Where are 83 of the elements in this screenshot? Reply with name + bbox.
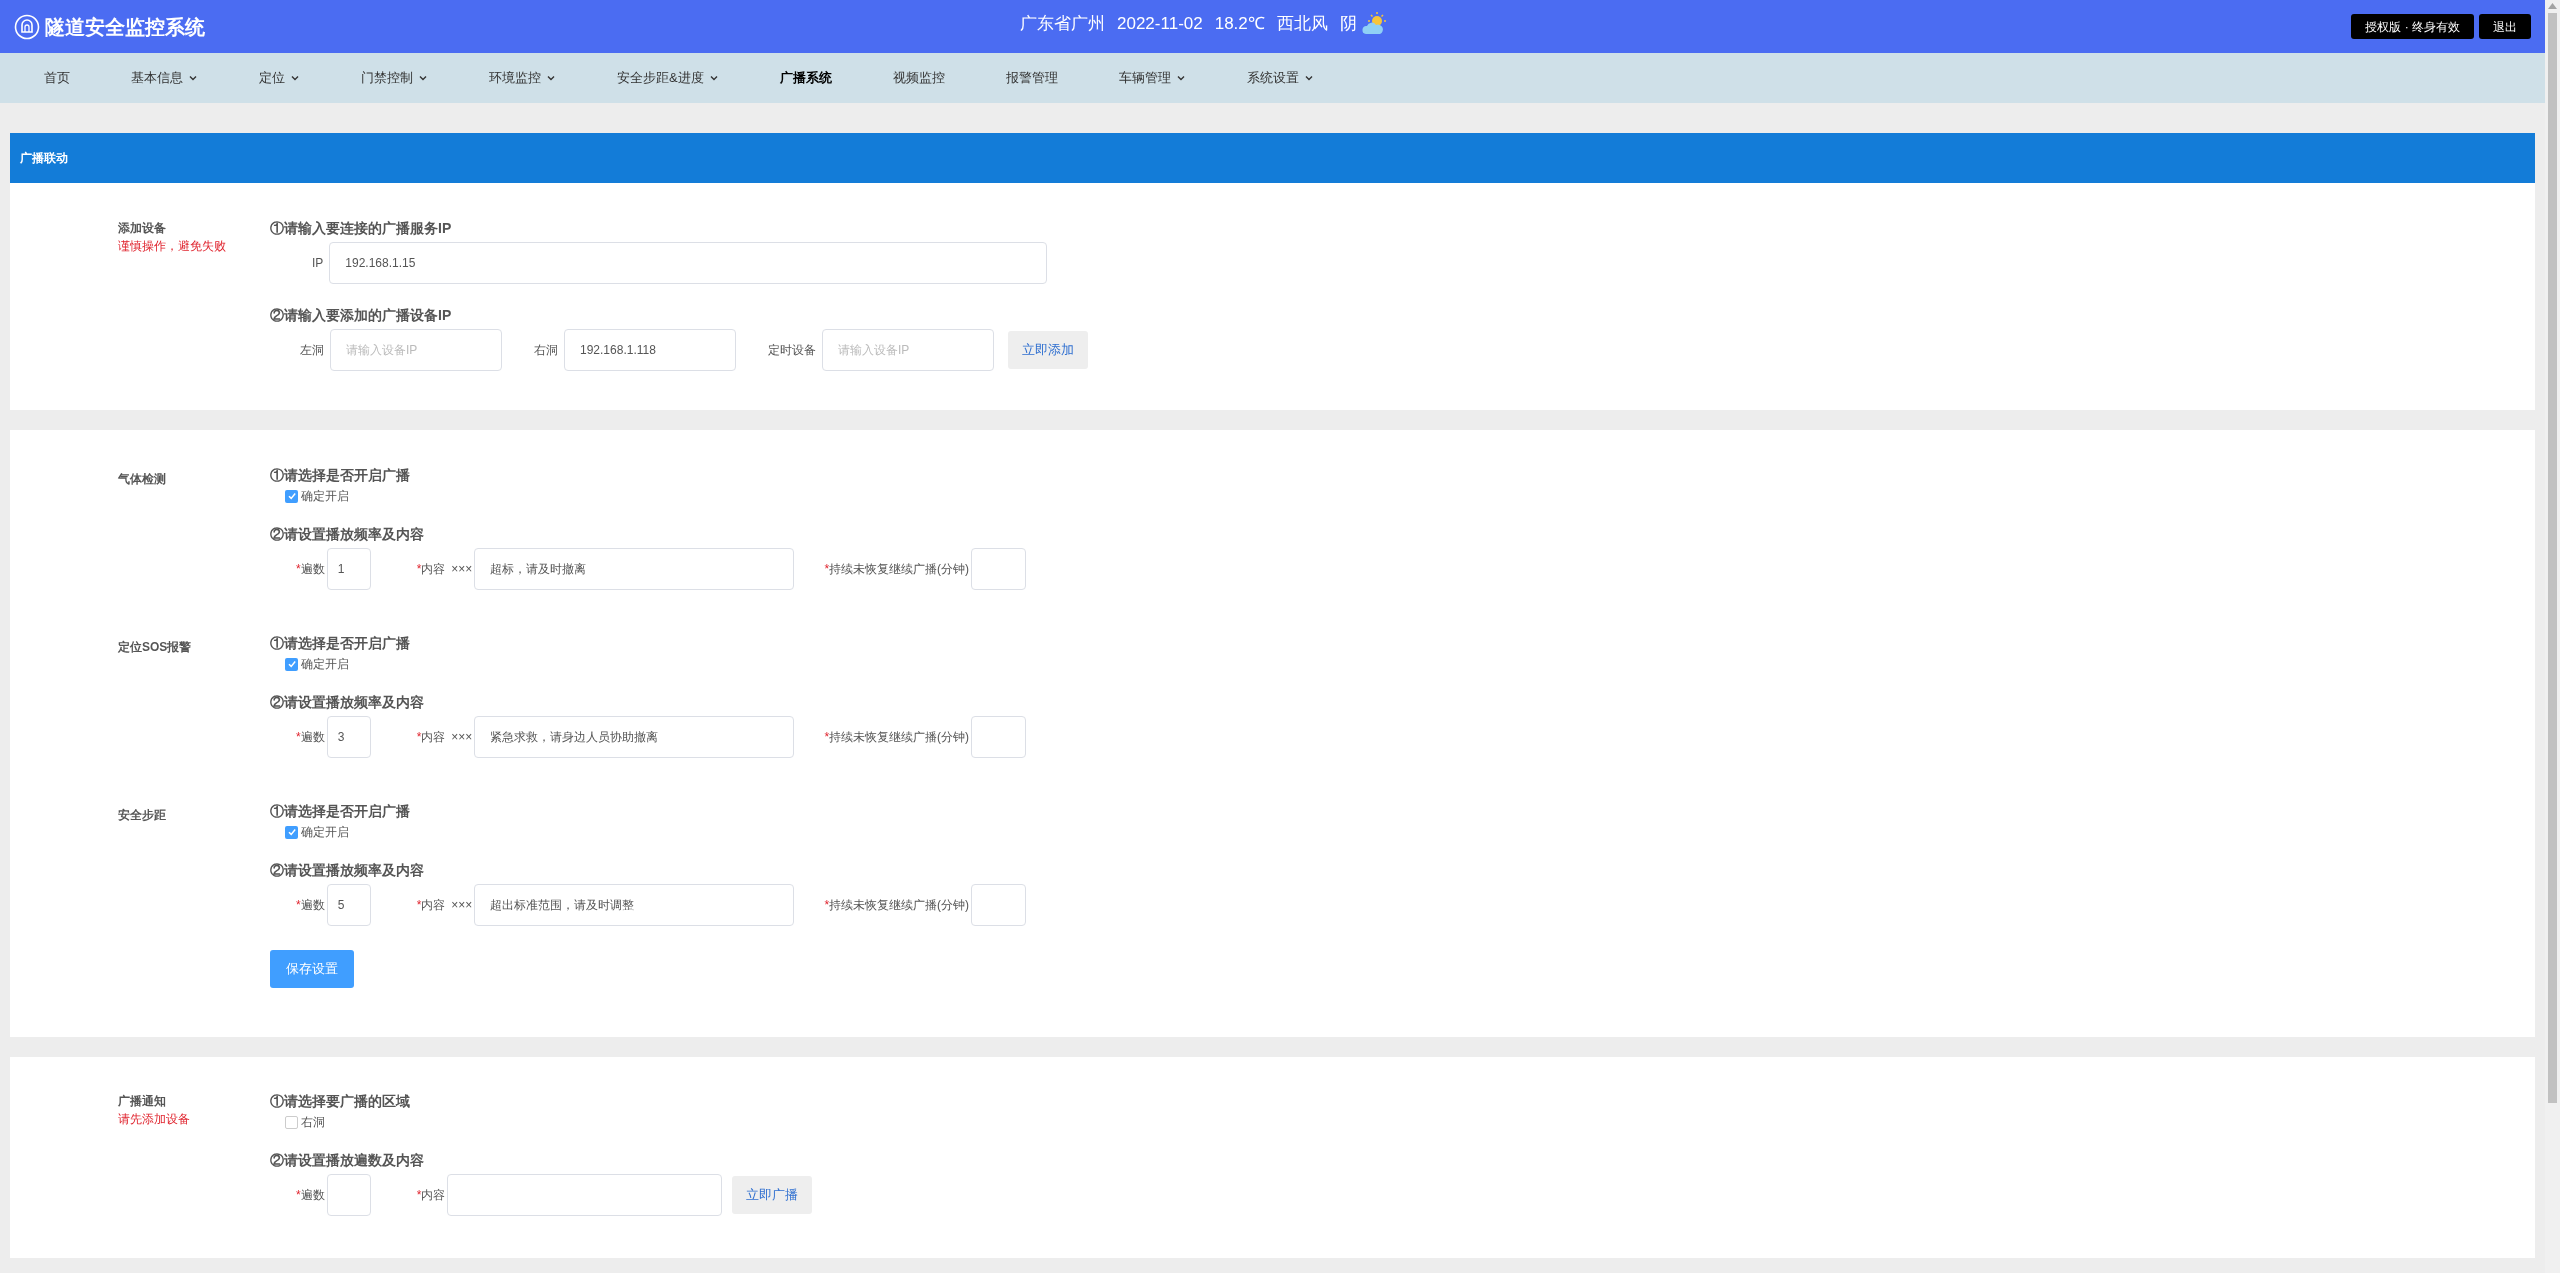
section-label: 气体检测 <box>118 472 166 486</box>
field-label: *持续未恢复继续广播(分钟) <box>824 561 970 578</box>
checkbox-label: 确定开启 <box>301 488 349 505</box>
sun-cloud-icon <box>1360 11 1389 37</box>
field-label: *遍数 <box>296 561 325 578</box>
nav-item[interactable]: 广播系统 <box>779 68 832 88</box>
input-field[interactable]: 192.168.1.118 <box>564 329 736 371</box>
checkbox[interactable] <box>285 657 298 671</box>
nav-item[interactable]: 系统设置 <box>1246 68 1314 88</box>
field-label: *内容 ××× <box>416 729 473 746</box>
field-label: IP <box>312 255 324 272</box>
input-field[interactable]: 超出标准范围，请及时调整 <box>474 884 795 926</box>
section-label: 定位SOS报警 <box>118 640 192 654</box>
checkbox-label: 确定开启 <box>301 824 349 841</box>
step-heading: ②请设置播放频率及内容 <box>270 525 425 543</box>
section-label: 安全步距 <box>118 808 166 822</box>
step-heading: ①请输入要连接的广播服务IP <box>270 219 453 237</box>
section-label: 添加设备 <box>118 220 167 237</box>
field-label: 右洞 <box>534 342 558 359</box>
input-field[interactable]: 192.168.1.15 <box>329 242 1048 284</box>
nav-item[interactable]: 定位 <box>259 68 300 88</box>
step-heading: ①请选择要广播的区域 <box>270 1092 411 1110</box>
checkbox[interactable] <box>285 1115 298 1129</box>
step-heading: ②请设置播放遍数及内容 <box>270 1151 425 1169</box>
field-label: 定时设备 <box>768 342 816 359</box>
temperature-text: 18.2℃ <box>1214 13 1265 36</box>
location-text: 广东省广州 <box>1020 13 1105 36</box>
checkbox-label: 确定开启 <box>301 656 349 673</box>
field-label: *遍数 <box>296 1187 325 1204</box>
date-text: 2022-11-02 <box>1117 13 1203 36</box>
broadcast-button[interactable]: 立即广播 <box>732 1176 813 1214</box>
add-button[interactable]: 立即添加 <box>1008 331 1088 369</box>
field-label: *内容 ××× <box>416 897 473 914</box>
field-label: *持续未恢复继续广播(分钟) <box>824 897 970 914</box>
step-heading: ②请输入要添加的广播设备IP <box>270 306 453 324</box>
input-field[interactable]: 1 <box>326 548 371 590</box>
input-field[interactable]: 超标，请及时撤离 <box>474 548 795 590</box>
nav-item[interactable]: 报警管理 <box>1005 68 1058 88</box>
nav-item[interactable]: 基本信息 <box>131 68 198 88</box>
checkbox[interactable] <box>285 825 298 839</box>
field-label: *内容 <box>416 1187 446 1204</box>
check-icon <box>286 659 297 669</box>
section-label: 广播通知 <box>118 1093 167 1110</box>
step-heading: ②请设置播放频率及内容 <box>270 861 425 879</box>
input-field[interactable]: 5 <box>326 884 371 926</box>
nav-item[interactable]: 门禁控制 <box>361 68 428 88</box>
wind-text: 西北风 <box>1276 13 1328 36</box>
field-label: *遍数 <box>296 729 325 746</box>
step-heading: ①请选择是否开启广播 <box>270 802 411 820</box>
weather-text: 阴 <box>1339 13 1357 36</box>
input-field[interactable]: 3 <box>326 716 371 758</box>
nav-item[interactable]: 安全步距&进度 <box>617 68 719 88</box>
warning-text: 谨慎操作，避免失败 <box>118 238 227 255</box>
nav-item[interactable]: 车辆管理 <box>1118 68 1186 88</box>
field-label: *内容 ××× <box>416 561 473 578</box>
input-field[interactable] <box>971 884 1027 926</box>
checkbox-label: 右洞 <box>301 1114 325 1131</box>
warning-text: 请先添加设备 <box>118 1111 191 1128</box>
nav-item[interactable]: 环境监控 <box>489 68 556 88</box>
license-button[interactable]: 授权版 · 终身有效 <box>2351 14 2474 39</box>
step-heading: ①请选择是否开启广播 <box>270 634 411 652</box>
step-heading: ①请选择是否开启广播 <box>270 466 411 484</box>
input-field[interactable]: 请输入设备IP <box>822 329 994 371</box>
checkbox[interactable] <box>285 489 298 503</box>
field-label: 左洞 <box>300 342 324 359</box>
check-icon <box>286 827 297 837</box>
input-field[interactable] <box>971 716 1027 758</box>
input-field[interactable]: 请输入设备IP <box>330 329 502 371</box>
input-field[interactable] <box>971 548 1027 590</box>
input-field[interactable] <box>326 1174 371 1216</box>
app-title: 隧道安全监控系统 <box>45 14 205 40</box>
nav-item[interactable]: 首页 <box>44 68 70 88</box>
scroll-up-arrow-icon[interactable] <box>2548 3 2557 9</box>
input-field[interactable]: 紧急求救，请身边人员协助撤离 <box>474 716 795 758</box>
logout-button[interactable]: 退出 <box>2479 14 2531 39</box>
field-label: *持续未恢复继续广播(分钟) <box>824 729 970 746</box>
tunnel-logo-icon <box>14 13 40 40</box>
nav-item[interactable]: 视频监控 <box>892 68 945 88</box>
check-icon <box>286 491 297 501</box>
step-heading: ②请设置播放频率及内容 <box>270 693 425 711</box>
input-field[interactable] <box>447 1174 723 1216</box>
panel-header: 广播联动 <box>10 133 2535 183</box>
field-label: *遍数 <box>296 897 325 914</box>
